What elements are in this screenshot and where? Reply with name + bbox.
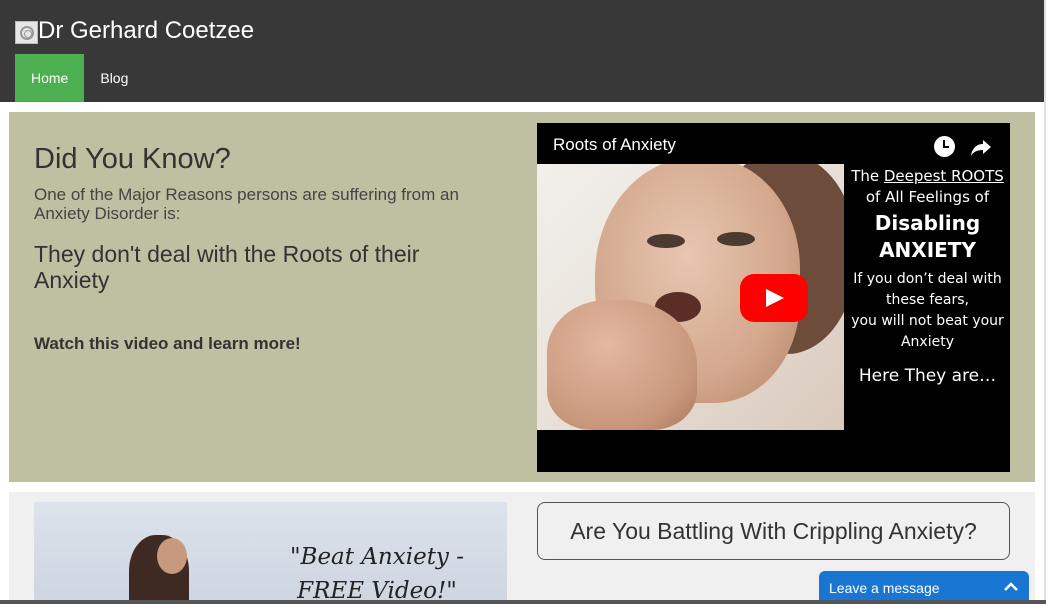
clock-icon[interactable] [934, 136, 955, 157]
site-header: Dr Gerhard Coetzee Home Blog [0, 0, 1046, 102]
beat-anxiety-promo-image[interactable]: "Beat Anxiety - FREE Video!" [34, 502, 507, 604]
deepest-roots-text: Deepest ROOTS [883, 167, 1004, 185]
battling-anxiety-box: Are You Battling With Crippling Anxiety? [537, 502, 1010, 560]
youtube-video-player[interactable]: Roots of Anxiety The Deepest ROOTS of Al… [537, 123, 1010, 472]
video-overlay-text: The Deepest ROOTS of All Feelings of Dis… [851, 167, 1004, 386]
watch-video-cta: Watch this video and learn more! [34, 334, 301, 353]
site-title[interactable]: Dr Gerhard Coetzee [38, 17, 254, 45]
battling-anxiety-heading: Are You Battling With Crippling Anxiety? [570, 518, 977, 544]
play-icon[interactable] [740, 274, 808, 322]
nav-item-blog[interactable]: Blog [84, 54, 144, 102]
did-you-know-heading: Did You Know? [34, 143, 231, 175]
promo-text: "Beat Anxiety - FREE Video!" [289, 544, 465, 604]
video-title[interactable]: Roots of Anxiety [553, 135, 676, 155]
roots-statement: They don't deal with the Roots of their … [34, 241, 420, 293]
nav-item-home[interactable]: Home [15, 54, 85, 102]
main-nav: Home Blog [15, 54, 144, 102]
share-icon[interactable] [969, 135, 993, 159]
chat-label[interactable]: Leave a message [829, 580, 940, 596]
bottom-bar [0, 600, 1046, 604]
site-logo-icon[interactable] [15, 21, 38, 44]
chevron-up-icon[interactable] [1003, 579, 1019, 595]
did-you-know-text: One of the Major Reasons persons are suf… [34, 185, 459, 223]
